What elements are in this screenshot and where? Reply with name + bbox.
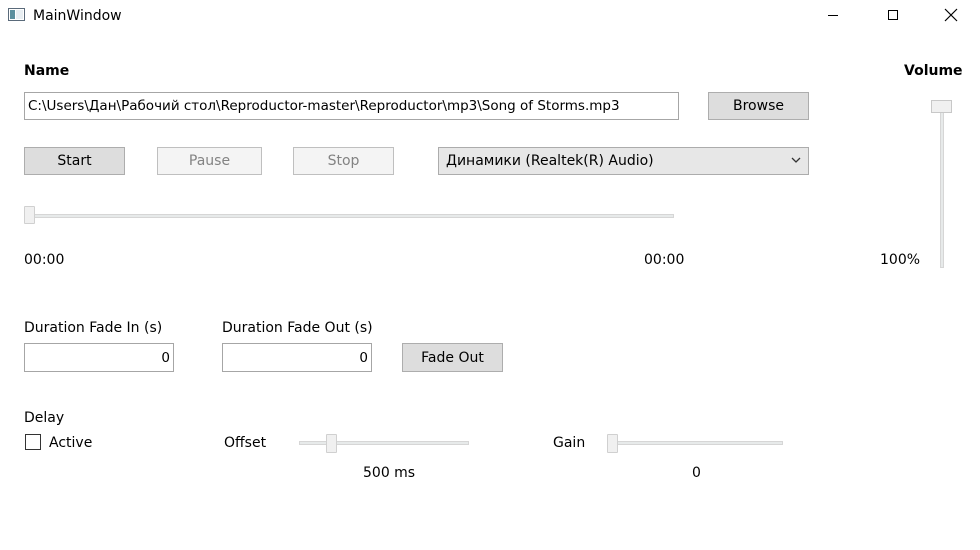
output-device-dropdown[interactable]: Динамики (Realtek(R) Audio) [438,147,809,175]
window-title: MainWindow [33,8,122,24]
stop-button[interactable]: Stop [293,147,394,175]
output-device-selected: Динамики (Realtek(R) Audio) [446,153,654,169]
chevron-down-icon [791,157,801,163]
delay-active-checkbox[interactable] [25,434,41,450]
maximize-button[interactable] [870,0,916,30]
volume-value: 100% [880,252,921,268]
fade-out-input[interactable] [222,343,372,372]
gain-label: Gain [553,435,586,451]
offset-label: Offset [224,435,267,451]
minimize-icon [828,14,838,16]
progress-slider[interactable] [24,206,674,226]
volume-thumb[interactable] [931,100,952,113]
pause-button[interactable]: Pause [157,147,262,175]
maximize-icon [888,10,898,20]
gain-track [607,441,783,445]
gain-value: 0 [692,465,701,481]
offset-slider[interactable] [299,433,469,453]
offset-value: 500 ms [363,465,416,481]
name-label: Name [24,63,70,79]
gain-thumb[interactable] [607,434,618,453]
app-icon [8,8,25,21]
progress-thumb[interactable] [24,206,35,224]
fade-out-button[interactable]: Fade Out [402,343,503,372]
start-button[interactable]: Start [24,147,125,175]
title-bar: MainWindow [0,0,980,32]
file-path-input[interactable] [24,92,679,120]
gain-slider[interactable] [607,433,783,453]
close-icon [944,8,958,22]
close-button[interactable] [928,0,974,30]
fade-in-input[interactable] [24,343,174,372]
browse-button[interactable]: Browse [708,92,809,120]
fade-in-label: Duration Fade In (s) [24,320,163,336]
minimize-button[interactable] [810,0,856,30]
delay-active-label: Active [49,435,93,451]
volume-label: Volume [904,63,963,79]
fade-out-label: Duration Fade Out (s) [222,320,373,336]
total-time: 00:00 [644,252,685,268]
current-time: 00:00 [24,252,65,268]
delay-label: Delay [24,410,65,426]
offset-track [299,441,469,445]
volume-slider[interactable] [931,100,953,268]
offset-thumb[interactable] [326,434,337,453]
progress-track [24,214,674,218]
volume-track [940,100,944,268]
